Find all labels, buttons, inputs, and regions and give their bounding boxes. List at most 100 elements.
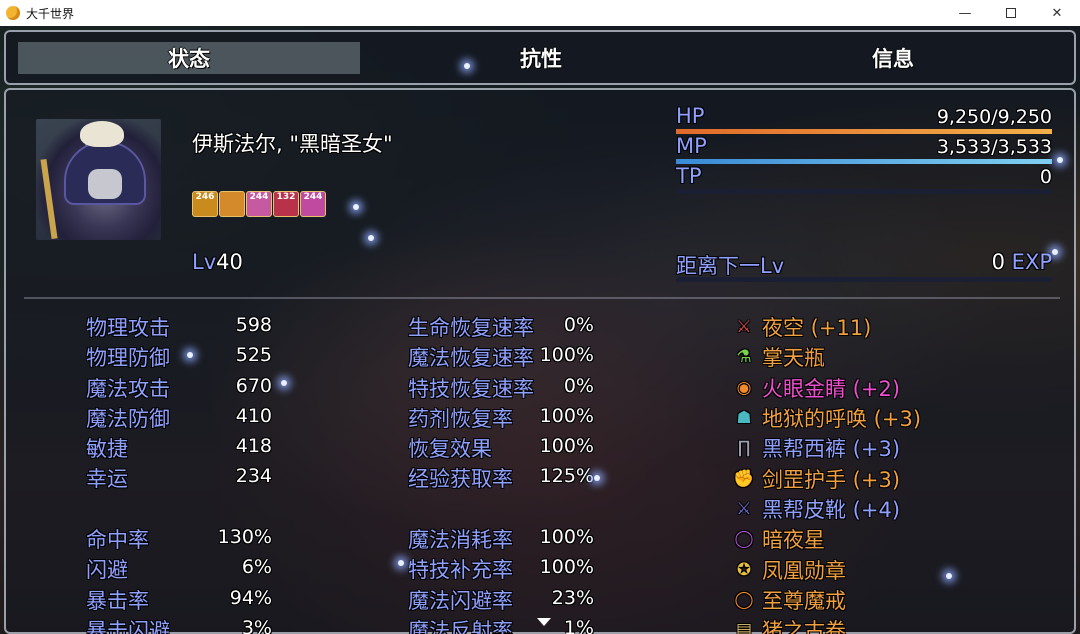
tp-label: TP bbox=[676, 164, 702, 188]
character-portrait bbox=[36, 119, 161, 240]
equipment-item[interactable]: ✪ 凤凰勋章 bbox=[732, 554, 921, 584]
special-stat-row: 特技补充率 100% bbox=[408, 554, 594, 584]
regen-stat-value: 125% bbox=[539, 465, 594, 488]
equipment-item[interactable]: ✊ 剑罡护手 (+3) bbox=[732, 463, 921, 493]
regen-stat-value: 100% bbox=[539, 344, 594, 367]
level-label: Lv bbox=[192, 250, 217, 274]
equipment-item[interactable]: ∏ 黑帮西裤 (+3) bbox=[732, 433, 921, 463]
basic-stat-label: 幸运 bbox=[86, 467, 128, 492]
state-icon bbox=[219, 191, 245, 217]
ex-stat-row: 命中率 130% bbox=[86, 524, 272, 554]
basic-stat-value: 525 bbox=[235, 344, 272, 367]
equipment-item[interactable]: ⚔ 夜空 (+11) bbox=[732, 312, 921, 342]
equipment-name: 火眼金睛 (+2) bbox=[762, 376, 901, 401]
special-stat-row: 魔法闪避率 23% bbox=[408, 585, 594, 615]
maximize-button[interactable] bbox=[988, 0, 1034, 26]
regen-stat-label: 生命恢复速率 bbox=[408, 316, 534, 340]
special-stat-label: 魔法闪避率 bbox=[408, 588, 513, 613]
basic-stat-value: 670 bbox=[235, 374, 272, 397]
regen-stat-label: 经验获取率 bbox=[408, 467, 513, 492]
ex-stat-row: 暴击率 94% bbox=[86, 585, 272, 615]
sparkle-effect bbox=[1052, 249, 1058, 255]
equipment-item[interactable]: ⚔ 黑帮皮靴 (+4) bbox=[732, 494, 921, 524]
window-title: 大千世界 bbox=[26, 7, 75, 21]
helmet-icon: ☗ bbox=[736, 408, 752, 429]
eye-orb-icon: ◉ bbox=[736, 377, 752, 398]
equipment-item[interactable]: ☗ 地狱的呼唤 (+3) bbox=[732, 403, 921, 433]
equipment-list: ⚔ 夜空 (+11) ⚗ 掌天瓶 ◉ 火眼金睛 (+2) ☗ 地狱的呼唤 (+3) ∏ 黑帮西裤 … bbox=[732, 312, 921, 634]
regen-stat-label: 恢复效果 bbox=[408, 437, 492, 462]
ex-stat-row: 暴击闪避 3% bbox=[86, 615, 272, 634]
special-stat-label: 魔法消耗率 bbox=[408, 528, 513, 552]
medal-icon: ✪ bbox=[736, 559, 752, 580]
ex-stat-row: 闪避 6% bbox=[86, 554, 272, 584]
ex-stat-label: 命中率 bbox=[86, 528, 149, 552]
basic-stat-row: 物理攻击 598 bbox=[86, 312, 272, 342]
exp-value: 0 EXP bbox=[992, 250, 1052, 274]
equipment-name: 黑帮皮靴 (+4) bbox=[762, 497, 901, 522]
tab-info[interactable]: 信息 bbox=[722, 42, 1064, 74]
sparkle-effect bbox=[368, 235, 374, 241]
ex-stat-label: 暴击率 bbox=[86, 588, 149, 613]
close-button[interactable]: ✕ bbox=[1034, 0, 1080, 26]
gauntlet-icon: ✊ bbox=[733, 468, 755, 489]
app-icon bbox=[6, 6, 20, 20]
ex-stat-label: 暴击闪避 bbox=[86, 618, 170, 634]
mp-gauge: MP 3,533/3,533 bbox=[676, 134, 1052, 164]
equipment-item[interactable]: ⚗ 掌天瓶 bbox=[732, 342, 921, 372]
hp-gauge: HP 9,250/9,250 bbox=[676, 104, 1052, 134]
basic-stat-value: 598 bbox=[235, 314, 272, 336]
exp-unit: EXP bbox=[1011, 250, 1052, 274]
equipment-name: 至尊魔戒 bbox=[762, 588, 846, 613]
sparkle-effect bbox=[594, 475, 600, 481]
status-panel: 伊斯法尔, "黑暗圣女" 246 244 132 244 Lv40 HP 9,250/… bbox=[4, 88, 1076, 634]
scroll-down-icon[interactable] bbox=[537, 618, 551, 626]
ex-stat-value: 6% bbox=[241, 556, 272, 579]
sparkle-effect bbox=[281, 380, 287, 386]
equipment-name: 地狱的呼唤 (+3) bbox=[762, 407, 922, 432]
section-divider bbox=[24, 297, 1060, 299]
basic-stat-label: 物理防御 bbox=[86, 346, 170, 371]
status-tabs: 状态 抗性 信息 bbox=[4, 30, 1076, 85]
special-stat-label: 魔法反射率 bbox=[408, 618, 513, 634]
regen-stat-value: 100% bbox=[539, 404, 594, 427]
special-stat-value: 100% bbox=[539, 526, 594, 548]
game-canvas: 状态 抗性 信息 伊斯法尔, "黑暗圣女" 246 244 132 244 Lv40 … bbox=[0, 26, 1080, 634]
sparkle-effect bbox=[398, 560, 404, 566]
basic-stat-label: 魔法攻击 bbox=[86, 376, 170, 401]
tab-status[interactable]: 状态 bbox=[18, 42, 360, 74]
mp-value: 3,533/3,533 bbox=[936, 136, 1052, 158]
regen-stat-label: 药剂恢复率 bbox=[408, 406, 513, 431]
basic-stat-row: 魔法防御 410 bbox=[86, 403, 272, 433]
window-titlebar: 大千世界 — ✕ bbox=[0, 0, 1080, 27]
sparkle-effect bbox=[187, 352, 193, 358]
regen-stat-row: 药剂恢复率 100% bbox=[408, 403, 594, 433]
basic-stat-value: 234 bbox=[235, 465, 272, 488]
equipment-item[interactable]: ▤ 猪之古卷 bbox=[732, 615, 921, 634]
tp-gauge: TP 0 bbox=[676, 164, 1052, 194]
equipment-item[interactable]: ◯ 暗夜星 bbox=[732, 524, 921, 554]
equipment-item[interactable]: ◯ 至尊魔戒 bbox=[732, 585, 921, 615]
regen-stat-label: 特技恢复速率 bbox=[408, 376, 534, 401]
regen-stat-value: 100% bbox=[539, 435, 594, 458]
regen-stats: 生命恢复速率 0% 魔法恢复速率 100% 特技恢复速率 0% 药剂恢复率 100% 恢复效果 1… bbox=[408, 312, 594, 494]
sparkle-effect bbox=[464, 63, 470, 69]
equipment-item[interactable]: ◉ 火眼金睛 (+2) bbox=[732, 373, 921, 403]
equipment-name: 暗夜星 bbox=[762, 528, 825, 553]
regen-stat-row: 特技恢复速率 0% bbox=[408, 373, 594, 403]
equipment-name: 凤凰勋章 bbox=[762, 558, 846, 583]
potion-icon: ⚗ bbox=[736, 347, 752, 368]
tab-resistance[interactable]: 抗性 bbox=[370, 42, 712, 74]
exp-label: 距离下一Lv bbox=[676, 254, 785, 278]
regen-stat-row: 经验获取率 125% bbox=[408, 463, 594, 493]
ex-stat-value: 3% bbox=[241, 616, 272, 634]
scroll-icon: ▤ bbox=[735, 620, 753, 634]
regen-stat-row: 生命恢复速率 0% bbox=[408, 312, 594, 342]
basic-stat-label: 魔法防御 bbox=[86, 406, 170, 431]
state-icon: 132 bbox=[273, 191, 299, 217]
special-stats: 魔法消耗率 100% 特技补充率 100% 魔法闪避率 23% 魔法反射率 1% bbox=[408, 524, 594, 634]
sparkle-effect bbox=[946, 573, 952, 579]
level-value: 40 bbox=[216, 250, 243, 274]
character-name: 伊斯法尔, "黑暗圣女" bbox=[192, 132, 393, 156]
minimize-button[interactable]: — bbox=[942, 0, 988, 26]
